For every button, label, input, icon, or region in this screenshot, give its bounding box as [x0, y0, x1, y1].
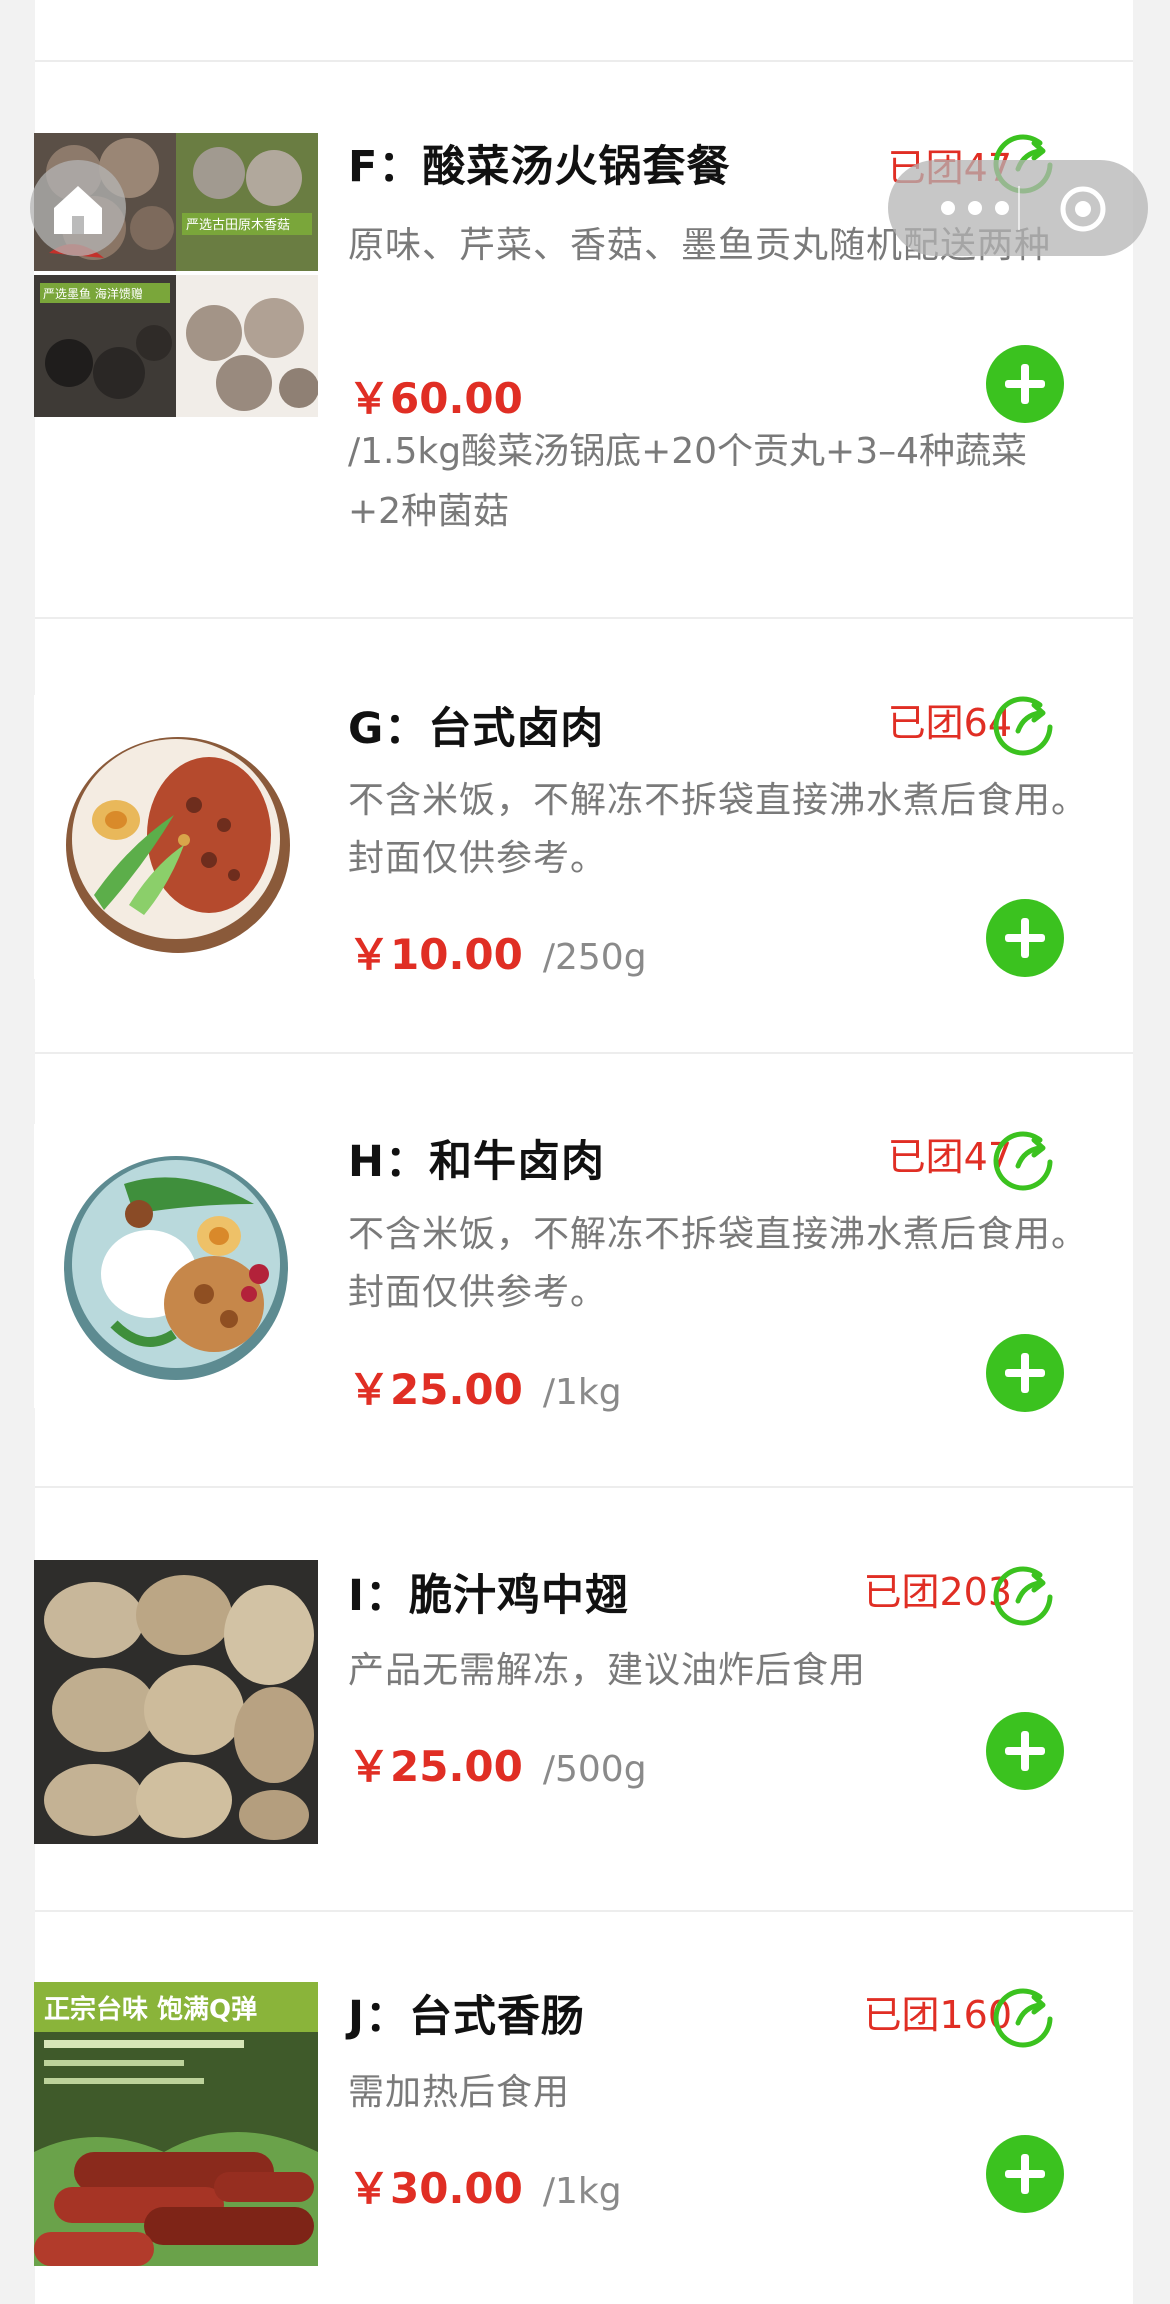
divider — [35, 1486, 1133, 1488]
product-image-h[interactable] — [34, 1124, 318, 1408]
price-row: ￥60.00 — [348, 365, 523, 426]
product-title[interactable]: I：脆汁鸡中翅 — [348, 1561, 629, 1623]
product-description: 不含米饭，不解冻不拆袋直接沸水煮后食用。封面仅供参考。 — [348, 1214, 1089, 1313]
add-to-cart-button[interactable] — [986, 899, 1064, 977]
product-image-j[interactable]: 正宗台味 饱满Q弹 — [34, 1982, 318, 2266]
price-row: ￥25.00/500g — [348, 1733, 647, 1794]
price: ￥25.00 — [348, 1365, 523, 1414]
product-image-g[interactable] — [34, 695, 318, 979]
product-title[interactable]: H：和牛卤肉 — [348, 1127, 605, 1189]
price-row: ￥10.00/250g — [348, 921, 647, 982]
product-title[interactable]: F：酸菜汤火锅套餐 — [348, 132, 730, 194]
capsule-menu[interactable] — [888, 160, 1148, 256]
price-row: ￥30.00/1kg — [348, 2155, 622, 2216]
thumb-text-j: 正宗台味 饱满Q弹 — [44, 1994, 257, 2025]
product-description: 需加热后食用 — [348, 2072, 571, 2113]
divider — [35, 617, 1133, 619]
price: ￥10.00 — [348, 930, 523, 979]
divider — [35, 1052, 1133, 1054]
share-icon[interactable] — [990, 687, 1060, 757]
unit: /1kg — [542, 1372, 622, 1413]
thumb-text-f-top: 严选古田原木香菇 — [186, 218, 290, 233]
thumb-text-f-bottom: 严选墨鱼 海洋馈赠 — [43, 286, 143, 301]
product-title[interactable]: G：台式卤肉 — [348, 694, 604, 756]
product-title[interactable]: J：台式香肠 — [348, 1982, 585, 2044]
price: ￥30.00 — [348, 2164, 523, 2213]
product-description: 产品无需解冻，建议油炸后食用 — [348, 1650, 867, 1691]
more-icon[interactable] — [940, 200, 1010, 216]
product-description: 不含米饭，不解冻不拆袋直接沸水煮后食用。封面仅供参考。 — [348, 780, 1089, 879]
share-icon[interactable] — [990, 1979, 1060, 2049]
home-button[interactable] — [30, 160, 126, 256]
unit: /1kg — [542, 2171, 622, 2212]
unit: /250g — [542, 937, 647, 978]
product-image-i[interactable] — [34, 1560, 318, 1844]
price: ￥25.00 — [348, 1742, 523, 1791]
add-to-cart-button[interactable] — [986, 1334, 1064, 1412]
add-to-cart-button[interactable] — [986, 1712, 1064, 1790]
price: ￥60.00 — [348, 374, 523, 423]
home-icon — [54, 186, 102, 234]
share-icon[interactable] — [990, 1122, 1060, 1192]
close-target-icon[interactable] — [1058, 184, 1108, 234]
unit-spec: /1.5kg酸菜汤锅底+20个贡丸+3–4种蔬菜+2种菌菇 — [348, 431, 1028, 532]
top-divider — [35, 60, 1133, 62]
add-to-cart-button[interactable] — [986, 2135, 1064, 2213]
unit: /500g — [542, 1749, 647, 1790]
divider — [35, 1910, 1133, 1912]
price-row: ￥25.00/1kg — [348, 1356, 622, 1417]
capsule-separator — [1018, 186, 1020, 230]
share-icon[interactable] — [990, 1557, 1060, 1627]
add-to-cart-button[interactable] — [986, 345, 1064, 423]
